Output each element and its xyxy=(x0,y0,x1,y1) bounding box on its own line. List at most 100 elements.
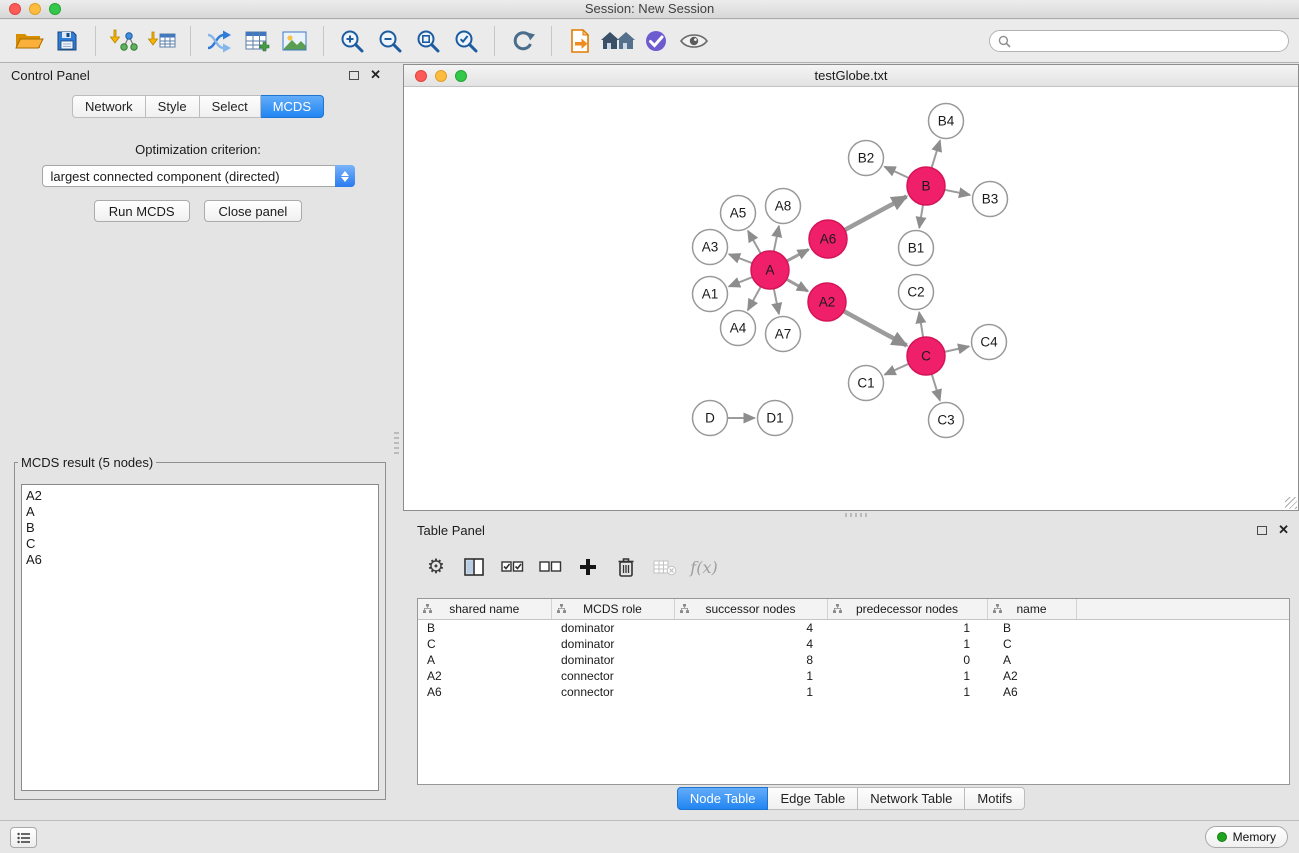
column-header-predecessor-nodes[interactable]: predecessor nodes xyxy=(827,599,987,619)
new-table-button[interactable] xyxy=(238,23,276,59)
graph-node-label: C4 xyxy=(980,335,998,350)
graph-edge-A-A3[interactable] xyxy=(729,254,752,263)
refresh-button[interactable] xyxy=(504,23,542,59)
add-column-button[interactable] xyxy=(571,551,605,583)
table-row[interactable]: Adominator80A xyxy=(418,652,1289,668)
graph-edge-A-A7[interactable] xyxy=(774,289,779,314)
tab-style[interactable]: Style xyxy=(146,95,200,118)
tab-select[interactable]: Select xyxy=(200,95,261,118)
column-header-filler xyxy=(1076,599,1289,619)
graph-edge-C-C2[interactable] xyxy=(919,312,923,337)
mcds-result-item[interactable]: B xyxy=(26,520,374,536)
tab-edge-table[interactable]: Edge Table xyxy=(768,787,858,810)
float-panel-icon[interactable] xyxy=(349,71,359,80)
vertical-splitter[interactable] xyxy=(391,64,403,812)
graph-node-label: A4 xyxy=(730,321,747,336)
export-image-button[interactable] xyxy=(276,23,314,59)
graph-edge-C-C1[interactable] xyxy=(885,364,909,375)
tab-mcds[interactable]: MCDS xyxy=(261,95,324,118)
graph-edge-B-B1[interactable] xyxy=(919,205,923,228)
home-networks-button[interactable] xyxy=(599,23,637,59)
tab-node-table[interactable]: Node Table xyxy=(677,787,769,810)
graph-edge-B-B2[interactable] xyxy=(885,167,909,178)
graph-edge-A2-C[interactable] xyxy=(844,311,907,345)
table-settings-button[interactable]: ⚙ xyxy=(419,551,453,583)
graph-edge-B-B3[interactable] xyxy=(945,190,970,195)
column-header-shared-name[interactable]: shared name xyxy=(418,599,551,619)
toolbar-separator xyxy=(494,26,495,56)
graph-node-label: A7 xyxy=(775,327,792,342)
folder-icon xyxy=(14,29,44,53)
close-panel-icon[interactable]: ✕ xyxy=(1278,525,1289,535)
control-panel: Control Panel ✕ Network Style Select MCD… xyxy=(5,64,391,812)
close-window-button[interactable] xyxy=(9,3,21,15)
close-panel-icon[interactable]: ✕ xyxy=(370,70,381,80)
network-graph[interactable]: B4B2BB3A5A8A6B1A3AC2A1A2A4A7C4CC1C3DD1 xyxy=(404,88,1298,510)
zoom-fit-button[interactable] xyxy=(409,23,447,59)
graph-edge-C-C3[interactable] xyxy=(932,374,940,400)
import-network-button[interactable] xyxy=(105,23,143,59)
network-window-title: testGlobe.txt xyxy=(815,68,888,83)
zoom-selected-button[interactable] xyxy=(447,23,485,59)
minimize-window-button[interactable] xyxy=(29,3,41,15)
run-mcds-button[interactable]: Run MCDS xyxy=(94,200,190,222)
save-session-button[interactable] xyxy=(48,23,86,59)
select-all-button[interactable] xyxy=(495,551,529,583)
table-row[interactable]: A6connector11A6 xyxy=(418,684,1289,700)
zoom-out-button[interactable] xyxy=(371,23,409,59)
mcds-result-item[interactable]: A6 xyxy=(26,552,374,568)
tab-network-table[interactable]: Network Table xyxy=(858,787,965,810)
column-type-icon xyxy=(680,604,689,613)
show-graphics-details-button[interactable] xyxy=(675,23,713,59)
horizontal-splitter[interactable] xyxy=(403,511,1299,519)
graph-edge-A6-B[interactable] xyxy=(845,197,907,231)
task-history-button[interactable] xyxy=(10,827,37,848)
open-session-button[interactable] xyxy=(10,23,48,59)
float-panel-icon[interactable] xyxy=(1257,526,1267,535)
mcds-result-list[interactable]: A2ABCA6 xyxy=(21,484,379,791)
table-row[interactable]: Cdominator41C xyxy=(418,636,1289,652)
toolbar-search[interactable] xyxy=(989,30,1289,52)
graph-edge-B-B4[interactable] xyxy=(932,141,940,168)
open-document-button[interactable] xyxy=(561,23,599,59)
mcds-result-item[interactable]: A xyxy=(26,504,374,520)
tab-network[interactable]: Network xyxy=(72,95,146,118)
table-row[interactable]: Bdominator41B xyxy=(418,619,1289,636)
gear-icon: ⚙ xyxy=(427,557,445,577)
delete-column-button[interactable] xyxy=(609,551,643,583)
column-header-mcds-role[interactable]: MCDS role xyxy=(551,599,674,619)
import-table-button[interactable] xyxy=(143,23,181,59)
network-close-button[interactable] xyxy=(415,70,427,82)
memory-button[interactable]: Memory xyxy=(1205,826,1288,848)
function-builder-button[interactable]: f(x) xyxy=(685,551,719,583)
show-columns-button[interactable] xyxy=(457,551,491,583)
network-zoom-button[interactable] xyxy=(455,70,467,82)
graph-node-label: B4 xyxy=(938,114,955,129)
graph-edge-A-A6[interactable] xyxy=(787,249,809,261)
graph-edge-A-A4[interactable] xyxy=(748,287,761,311)
style-check-button[interactable] xyxy=(637,23,675,59)
mcds-result-item[interactable]: A2 xyxy=(26,488,374,504)
graph-edge-C-C4[interactable] xyxy=(945,346,970,352)
table-row[interactable]: A2connector11A2 xyxy=(418,668,1289,684)
tab-motifs[interactable]: Motifs xyxy=(965,787,1025,810)
new-network-button[interactable] xyxy=(200,23,238,59)
close-panel-button[interactable]: Close panel xyxy=(204,200,303,222)
graph-node-label: C1 xyxy=(857,376,874,391)
graph-edge-A-A5[interactable] xyxy=(748,231,761,254)
optimization-criterion-dropdown[interactable]: largest connected component (directed) xyxy=(42,165,355,187)
graph-edge-A-A2[interactable] xyxy=(787,279,808,291)
column-header-successor-nodes[interactable]: successor nodes xyxy=(674,599,827,619)
graph-edge-A-A8[interactable] xyxy=(774,226,779,251)
column-header-name[interactable]: name xyxy=(987,599,1076,619)
zoom-window-button[interactable] xyxy=(49,3,61,15)
graph-edge-A-A1[interactable] xyxy=(729,277,752,286)
unselect-all-button[interactable] xyxy=(533,551,567,583)
node-table: shared name MCDS role successor nodes pr… xyxy=(417,598,1290,785)
mcds-result-item[interactable]: C xyxy=(26,536,374,552)
search-input[interactable] xyxy=(1016,33,1280,49)
network-minimize-button[interactable] xyxy=(435,70,447,82)
window-resize-grip[interactable] xyxy=(1285,497,1297,509)
column-type-icon xyxy=(557,604,566,613)
zoom-in-button[interactable] xyxy=(333,23,371,59)
